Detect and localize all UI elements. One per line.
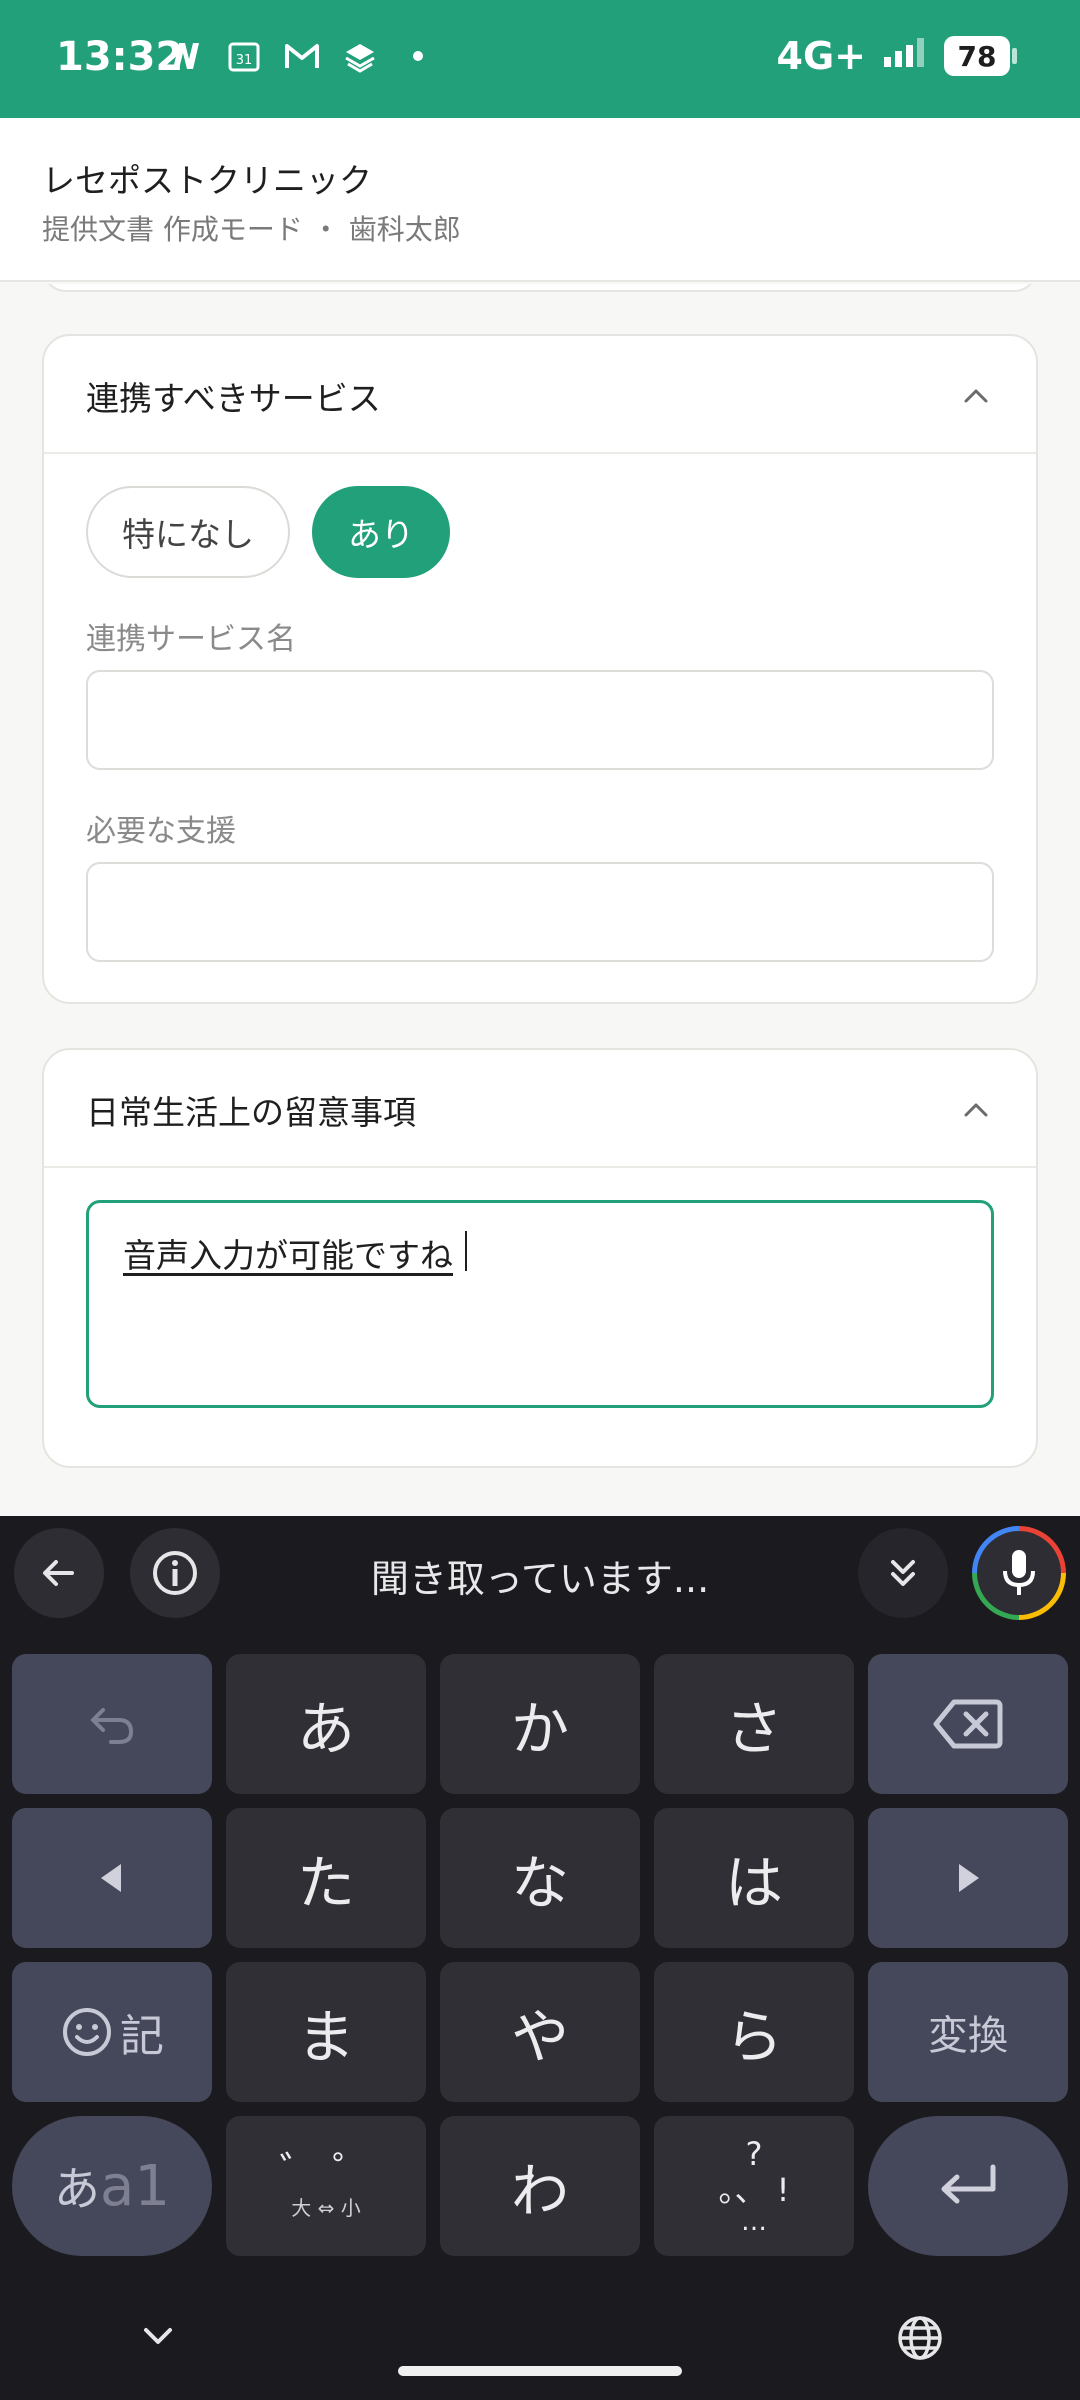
ime-keyboard: 聞き取っています... あ か さ た な は 記 ま や ら 変換 あ a1 bbox=[0, 1516, 1080, 2400]
required-support-input[interactable] bbox=[86, 862, 994, 962]
service-chip-group: 特になし あり bbox=[86, 486, 450, 578]
daily-notes-text: 音声入力が可能ですね bbox=[123, 1236, 453, 1275]
calendar-day-text: 31 bbox=[236, 53, 253, 68]
convert-key[interactable]: 変換 bbox=[868, 1962, 1068, 2102]
punct-bottom-label: 。、 ! bbox=[718, 2171, 790, 2209]
card-services-header[interactable]: 連携すべきサービス bbox=[44, 336, 1036, 454]
key-na[interactable]: な bbox=[440, 1808, 640, 1948]
info-icon bbox=[153, 1551, 197, 1595]
punctuation-key[interactable]: ? 。、 ! … bbox=[654, 2116, 854, 2256]
battery-indicator: 78 bbox=[944, 36, 1017, 76]
text-caret bbox=[465, 1231, 467, 1271]
mode-label-kana: あ bbox=[54, 2162, 101, 2216]
key-a[interactable]: あ bbox=[226, 1654, 426, 1794]
calendar-icon: 31 bbox=[226, 38, 262, 74]
chevron-up-icon[interactable] bbox=[958, 378, 994, 414]
input-mode-key[interactable]: あ a1 bbox=[12, 2116, 212, 2256]
dakuten-bottom-label: 大 ⇔ 小 bbox=[291, 2196, 361, 2220]
card-services: 連携すべきサービス 特になし あり 連携サービス名 必要な支援 bbox=[42, 334, 1038, 1004]
mic-inner bbox=[977, 1531, 1061, 1615]
notification-icons: 31 bbox=[168, 38, 436, 74]
keyboard-hide-chevron-icon[interactable] bbox=[140, 2324, 176, 2350]
page-title: レセポストクリニック bbox=[42, 161, 372, 200]
smiley-icon bbox=[63, 2008, 111, 2056]
dakuten-top-label: ゛ ゜ bbox=[279, 2149, 373, 2195]
key-ya[interactable]: や bbox=[440, 1962, 640, 2102]
signal-icon bbox=[882, 34, 928, 78]
emoji-symbol-key[interactable]: 記 bbox=[12, 1962, 212, 2102]
enter-key[interactable] bbox=[868, 2116, 1068, 2256]
app-header: レセポストクリニック 提供文書 作成モード ・ 歯科太郎 bbox=[0, 118, 1080, 282]
backspace-icon bbox=[933, 1699, 1003, 1749]
punct-dots-label: … bbox=[741, 2207, 767, 2237]
mic-icon bbox=[1003, 1550, 1035, 1595]
double-chevron-down-icon bbox=[891, 1560, 915, 1586]
key-ha[interactable]: は bbox=[654, 1808, 854, 1948]
back-arrow-button[interactable] bbox=[14, 1528, 104, 1618]
status-time: 13:32 bbox=[56, 34, 184, 80]
arrow-left-icon bbox=[43, 1560, 74, 1586]
chip-yes[interactable]: あり bbox=[312, 486, 450, 578]
collapse-button[interactable] bbox=[858, 1528, 948, 1618]
form-content[interactable]: 連携すべきサービス 特になし あり 連携サービス名 必要な支援 日常生活上の留意… bbox=[0, 284, 1080, 1516]
punct-top-label: ? bbox=[745, 2135, 763, 2173]
cursor-left-key[interactable] bbox=[12, 1808, 212, 1948]
voice-status-text: 聞き取っています... bbox=[370, 1557, 710, 1601]
symbol-label: 記 bbox=[120, 2011, 164, 2062]
key-wa[interactable]: わ bbox=[440, 2116, 640, 2256]
network-type: 4G+ bbox=[776, 34, 866, 78]
card-services-title: 連携すべきサービス bbox=[86, 379, 381, 418]
system-nav-bar bbox=[0, 2300, 1080, 2400]
triangle-left-icon bbox=[101, 1864, 121, 1892]
triangle-right-icon bbox=[959, 1864, 979, 1892]
mode-label-alnum: a1 bbox=[100, 2153, 170, 2219]
daily-notes-textarea[interactable]: 音声入力が可能ですね bbox=[86, 1200, 994, 1408]
backspace-key[interactable] bbox=[868, 1654, 1068, 1794]
stack-app-icon bbox=[342, 38, 378, 74]
mic-button[interactable] bbox=[972, 1526, 1066, 1620]
card-daily-title: 日常生活上の留意事項 bbox=[86, 1093, 416, 1132]
key-ra[interactable]: ら bbox=[654, 1962, 854, 2102]
keyboard-toolbar: 聞き取っています... bbox=[0, 1516, 1080, 1630]
card-daily-notes: 日常生活上の留意事項 音声入力が可能ですね bbox=[42, 1048, 1038, 1468]
required-support-label: 必要な支援 bbox=[86, 814, 236, 849]
status-right: 4G+ 78 bbox=[776, 34, 1017, 78]
key-sa[interactable]: さ bbox=[654, 1654, 854, 1794]
chip-none[interactable]: 特になし bbox=[86, 486, 290, 578]
previous-card bbox=[42, 284, 1038, 292]
cursor-right-key[interactable] bbox=[868, 1808, 1068, 1948]
card-daily-header[interactable]: 日常生活上の留意事項 bbox=[44, 1050, 1036, 1168]
chevron-up-icon[interactable] bbox=[958, 1092, 994, 1128]
dakuten-key[interactable]: ゛ ゜ 大 ⇔ 小 bbox=[226, 2116, 426, 2256]
key-ma[interactable]: ま bbox=[226, 1962, 426, 2102]
globe-icon[interactable] bbox=[896, 2314, 944, 2362]
page-subtitle: 提供文書 作成モード ・ 歯科太郎 bbox=[42, 213, 461, 246]
service-name-label: 連携サービス名 bbox=[86, 622, 296, 657]
undo-icon bbox=[91, 1708, 133, 1744]
info-button[interactable] bbox=[130, 1528, 220, 1618]
key-ta[interactable]: た bbox=[226, 1808, 426, 1948]
status-bar: 13:32 31 4G+ 78 bbox=[0, 0, 1080, 118]
undo-key[interactable] bbox=[12, 1654, 212, 1794]
gmail-icon bbox=[284, 38, 320, 74]
netflix-n-icon bbox=[168, 38, 204, 74]
key-ka[interactable]: か bbox=[440, 1654, 640, 1794]
dot-icon bbox=[400, 38, 436, 74]
home-indicator[interactable] bbox=[398, 2366, 682, 2376]
enter-arrow-icon bbox=[941, 2164, 996, 2204]
service-name-input[interactable] bbox=[86, 670, 994, 770]
